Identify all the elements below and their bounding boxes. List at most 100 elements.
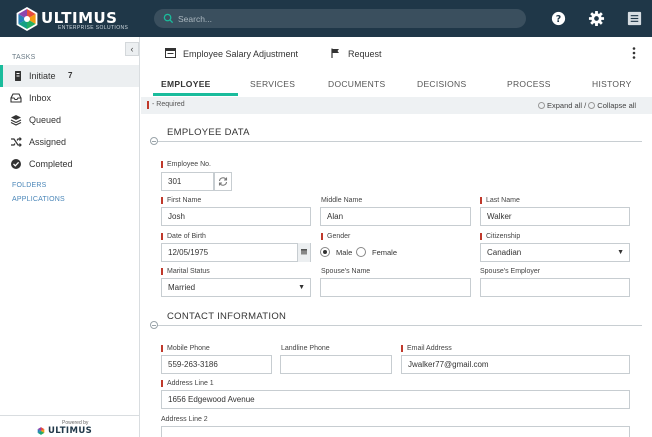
required-legend-bar: - Required Expand all / Collapse all — [141, 97, 652, 114]
marital-status-label: Marital Status — [161, 268, 210, 275]
employee-no-field[interactable]: 301 — [161, 172, 214, 191]
spouse-employer-field[interactable] — [480, 278, 630, 297]
ultimus-hex-small-icon — [37, 427, 45, 435]
shuffle-icon — [11, 137, 22, 147]
first-name-field[interactable]: Josh — [161, 207, 311, 226]
tab-employee[interactable]: EMPLOYEE — [161, 79, 211, 89]
address-line2-label: Address Line 2 — [161, 416, 208, 423]
sidebar-item-initiate[interactable]: Initiate 7 — [0, 65, 139, 87]
sidebar-collapse-button[interactable]: ‹ — [125, 42, 139, 56]
gender-male-label: Male — [336, 248, 353, 257]
sidebar-item-inbox[interactable]: Inbox — [0, 87, 139, 109]
request-label[interactable]: Request — [348, 49, 382, 59]
help-icon[interactable]: ? — [550, 10, 567, 27]
main-content: Employee Salary Adjustment Request EMPLO… — [141, 37, 652, 437]
section-collapse-toggle-icon[interactable] — [150, 321, 158, 329]
dob-label: Date of Birth — [161, 233, 206, 240]
powered-by-brand: ULTIMUS — [48, 426, 93, 436]
tab-decisions[interactable]: DECISIONS — [417, 79, 466, 89]
check-circle-icon — [11, 159, 21, 169]
chevron-down-icon: ▼ — [617, 249, 624, 256]
sidebar-item-assigned[interactable]: Assigned — [0, 131, 139, 153]
marital-status-value: Married — [168, 283, 196, 292]
section-divider — [153, 325, 642, 326]
document-title: Employee Salary Adjustment — [183, 49, 299, 59]
middle-name-label: Middle Name — [321, 197, 363, 204]
section-title: EMPLOYEE DATA — [167, 127, 250, 138]
mobile-phone-field[interactable]: 559-263-3186 — [161, 355, 272, 374]
applications-link[interactable]: APPLICATIONS — [12, 196, 65, 203]
sidebar-item-label: Inbox — [29, 93, 52, 103]
employee-no-label: Employee No. — [161, 161, 211, 168]
powered-by-footer: Powered by ULTIMUS — [0, 415, 139, 437]
search-box[interactable] — [154, 9, 526, 28]
gender-female-label: Female — [372, 248, 398, 257]
search-input[interactable] — [178, 11, 508, 26]
top-header: ULTIMUS ENTERPRISE SOLUTIONS ? — [0, 0, 652, 37]
tab-history[interactable]: HISTORY — [592, 79, 632, 89]
contact-info-section-header[interactable]: CONTACT INFORMATION — [141, 309, 652, 329]
collapse-all-link[interactable]: Collapse all — [597, 101, 636, 110]
refresh-button[interactable] — [214, 172, 232, 191]
sidebar-item-label: Queued — [29, 115, 62, 125]
spouse-name-label: Spouse's Name — [321, 268, 371, 275]
expand-collapse-controls: Expand all / Collapse all — [538, 101, 636, 110]
required-marker — [147, 101, 149, 109]
folders-link[interactable]: FOLDERS — [12, 182, 46, 189]
section-collapse-toggle-icon[interactable] — [150, 137, 158, 145]
gender-male-radio[interactable] — [320, 247, 330, 257]
section-divider — [153, 141, 642, 142]
form-icon — [165, 48, 176, 58]
marital-status-select[interactable]: Married ▼ — [161, 278, 311, 297]
expand-all-link[interactable]: Expand all / — [547, 101, 586, 110]
tab-services[interactable]: SERVICES — [250, 79, 295, 89]
tab-documents[interactable]: DOCUMENTS — [328, 79, 385, 89]
employee-data-section-header[interactable]: EMPLOYEE DATA — [141, 125, 652, 145]
last-name-field[interactable]: Walker — [480, 207, 630, 226]
search-icon — [163, 13, 174, 24]
svg-text:?: ? — [556, 14, 561, 25]
section-title: CONTACT INFORMATION — [167, 311, 287, 322]
landline-phone-label: Landline Phone — [281, 345, 330, 352]
tab-process[interactable]: PROCESS — [507, 79, 551, 89]
active-tab-indicator — [153, 93, 238, 96]
initiate-count-badge: 7 — [68, 71, 73, 80]
gear-icon[interactable] — [588, 10, 605, 27]
citizenship-label: Citizenship — [480, 233, 520, 240]
sidebar: ‹ TASKS Initiate 7 Inbox Queued Assigned… — [0, 37, 140, 437]
sidebar-item-queued[interactable]: Queued — [0, 109, 139, 131]
gender-female-radio[interactable] — [356, 247, 366, 257]
landline-phone-field[interactable] — [280, 355, 392, 374]
required-note: - Required — [152, 101, 185, 108]
date-picker-button[interactable] — [297, 243, 310, 262]
sidebar-item-label: Assigned — [29, 137, 67, 147]
chevron-down-icon: ▼ — [298, 284, 305, 291]
address-line2-field[interactable] — [161, 426, 630, 437]
sidebar-item-completed[interactable]: Completed — [0, 153, 139, 175]
citizenship-select[interactable]: Canadian ▼ — [480, 243, 630, 262]
dob-value: 12/05/1975 — [168, 248, 209, 257]
kebab-menu-icon[interactable] — [631, 46, 637, 60]
menu-panel-icon[interactable] — [626, 10, 643, 27]
middle-name-field[interactable]: Alan — [320, 207, 471, 226]
dob-field[interactable]: 12/05/1975 — [161, 243, 311, 262]
address-line1-field[interactable]: 1656 Edgewood Avenue — [161, 390, 630, 409]
spouse-name-field[interactable] — [320, 278, 471, 297]
email-field[interactable]: Jwalker77@gmail.com — [401, 355, 630, 374]
initiate-icon — [15, 71, 21, 81]
gender-label: Gender — [321, 233, 350, 240]
email-label: Email Address — [401, 345, 452, 352]
ultimus-hex-logo-icon — [16, 7, 38, 31]
first-name-label: First Name — [161, 197, 201, 204]
flag-icon — [331, 48, 339, 58]
layers-icon — [10, 115, 22, 126]
expand-circle-icon — [538, 102, 545, 109]
calendar-icon — [301, 249, 307, 255]
sidebar-item-label: Completed — [29, 159, 73, 169]
document-title-bar: Employee Salary Adjustment Request — [141, 37, 652, 71]
ultimus-logo[interactable]: ULTIMUS ENTERPRISE SOLUTIONS — [14, 6, 129, 32]
mobile-phone-label: Mobile Phone — [161, 345, 210, 352]
citizenship-value: Canadian — [487, 248, 522, 257]
brand-tagline: ENTERPRISE SOLUTIONS — [58, 25, 129, 31]
inbox-icon — [10, 93, 22, 103]
